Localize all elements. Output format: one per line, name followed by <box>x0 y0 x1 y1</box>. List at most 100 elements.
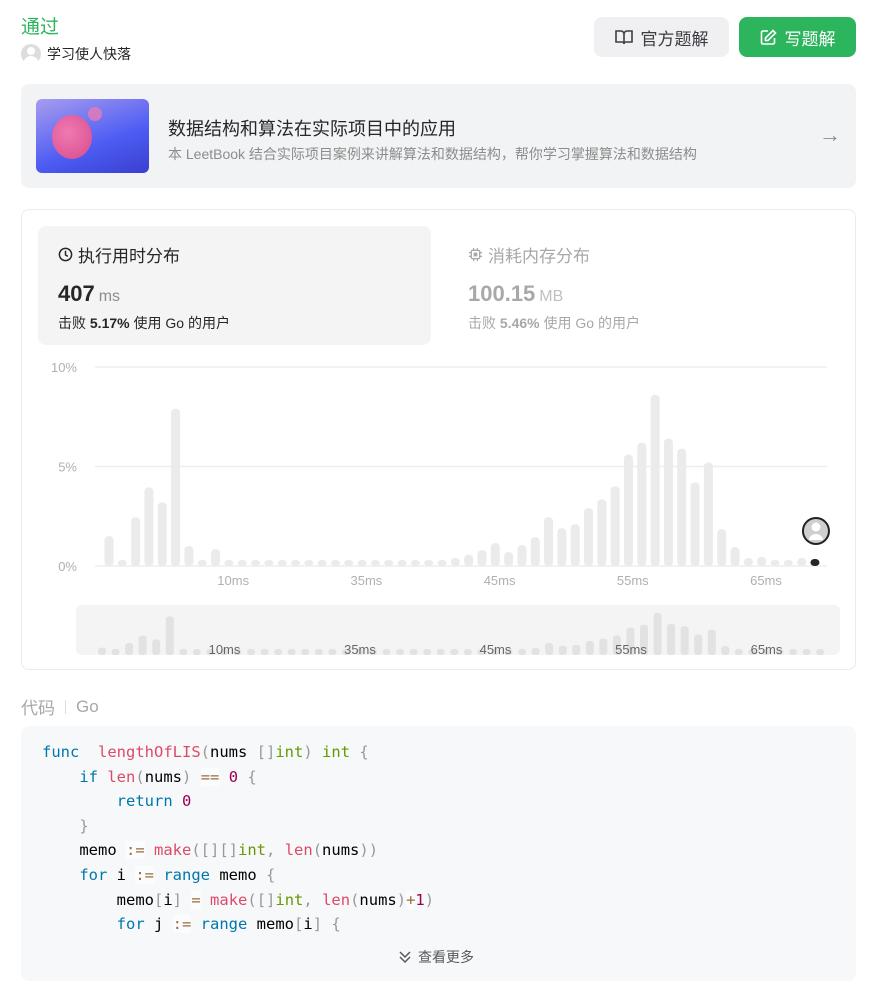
code-line: return 0 <box>42 789 434 814</box>
book-description: 本 LeetBook 结合实际项目案例来讲解算法和数据结构，帮你学习掌握算法和数… <box>168 146 697 162</box>
leetbook-banner[interactable]: 数据结构和算法在实际项目中的应用 本 LeetBook 结合实际项目案例来讲解算… <box>21 84 856 188</box>
code-line: memo[i] = make([]int, len(nums)+1) <box>42 888 434 913</box>
runtime-beat-percent: 5.17% <box>89 315 130 331</box>
show-more-label: 查看更多 <box>418 949 474 965</box>
code-token: int <box>322 743 351 761</box>
code-token: i <box>107 865 136 884</box>
beat-prefix: 击败 <box>58 315 86 331</box>
code-token: make <box>210 890 248 909</box>
clock-icon <box>58 247 73 262</box>
code-token: func <box>42 743 80 761</box>
code-token: nums <box>210 743 257 761</box>
code-token: lengthOfLIS <box>98 743 201 761</box>
code-token: i <box>303 915 313 934</box>
code-token: len <box>322 890 351 909</box>
code-token: [] <box>256 743 276 761</box>
code-token: , <box>303 890 313 909</box>
code-token: ) <box>303 743 313 761</box>
book-cover-image <box>36 99 149 173</box>
official-solution-button[interactable]: 官方题解 <box>594 17 729 57</box>
code-token: := <box>135 865 154 884</box>
code-token: )) <box>359 841 379 860</box>
write-solution-button[interactable]: 写题解 <box>739 17 856 57</box>
code-token: make <box>154 841 192 860</box>
code-line: func lengthOfLIS(nums []int) int { <box>42 740 434 765</box>
code-token: == <box>200 767 220 786</box>
code-token: { <box>359 743 369 761</box>
code-token: memo <box>247 915 295 934</box>
chevron-double-down-icon <box>399 951 411 964</box>
code-token: := <box>126 841 145 860</box>
beat-suffix: 使用 Go 的用户 <box>133 315 230 331</box>
code-token: [ <box>294 915 304 934</box>
code-content: func lengthOfLIS(nums []int) int { if le… <box>42 740 434 937</box>
code-token: len <box>107 767 136 786</box>
code-token: ( <box>200 743 210 761</box>
memory-title: 消耗内存分布 <box>488 247 590 266</box>
code-token: { <box>247 767 257 786</box>
official-solution-label: 官方题解 <box>640 29 709 49</box>
code-token: int <box>275 743 304 761</box>
code-token: ( <box>312 841 323 860</box>
status-accepted: 通过 <box>21 17 60 38</box>
code-line: for j := range memo[i] { <box>42 912 434 937</box>
code-token: int <box>238 841 267 860</box>
beat-prefix: 击败 <box>468 315 496 331</box>
code-header: 代码 Go <box>21 694 99 719</box>
code-token: range <box>163 865 211 884</box>
arrow-right-icon: → <box>819 122 841 147</box>
tab-runtime[interactable]: 执行用时分布 407 ms 击败 5.17% 使用 Go 的用户 <box>38 226 431 345</box>
code-token: for <box>116 915 145 934</box>
tab-memory[interactable]: 消耗内存分布 100.15 MB 击败 5.46% 使用 Go 的用户 <box>448 226 841 345</box>
code-token: ) <box>182 767 192 786</box>
code-token: 0 <box>228 767 239 786</box>
code-token: { <box>266 865 276 884</box>
code-token: ( <box>135 767 145 786</box>
code-token: len <box>284 841 313 860</box>
show-more-button[interactable]: 查看更多 <box>398 947 474 967</box>
code-token: int <box>275 890 304 909</box>
code-line: } <box>42 814 434 839</box>
memory-value: 100.15 <box>468 281 536 306</box>
code-line: for i := range memo { <box>42 863 434 888</box>
memory-beat-percent: 5.46% <box>499 315 540 331</box>
code-token: ] <box>312 915 323 934</box>
code-token: [ <box>153 890 164 909</box>
code-label: 代码 <box>21 699 55 718</box>
runtime-title: 执行用时分布 <box>78 247 180 266</box>
code-token: ) <box>396 890 407 909</box>
code-token: nums <box>144 767 183 786</box>
code-language: Go <box>76 696 99 716</box>
code-token: for <box>79 865 108 884</box>
performance-panel: 执行用时分布 407 ms 击败 5.17% 使用 Go 的用户 消耗内存分布 1… <box>21 209 856 670</box>
code-block: func lengthOfLIS(nums []int) int { if le… <box>21 726 856 981</box>
code-token: memo <box>210 865 267 884</box>
code-token: ] <box>172 890 183 909</box>
author[interactable]: 学习使人快落 <box>21 44 131 64</box>
code-token: 1 <box>415 890 425 909</box>
code-token: ( <box>350 890 360 909</box>
write-solution-label: 写题解 <box>784 29 836 49</box>
code-token: { <box>331 915 341 934</box>
code-token: j <box>144 915 173 934</box>
code-token: 0 <box>182 792 192 811</box>
book-icon <box>614 30 633 45</box>
code-token: nums <box>322 841 360 860</box>
memory-unit: MB <box>539 288 564 305</box>
code-token: i <box>163 890 173 909</box>
